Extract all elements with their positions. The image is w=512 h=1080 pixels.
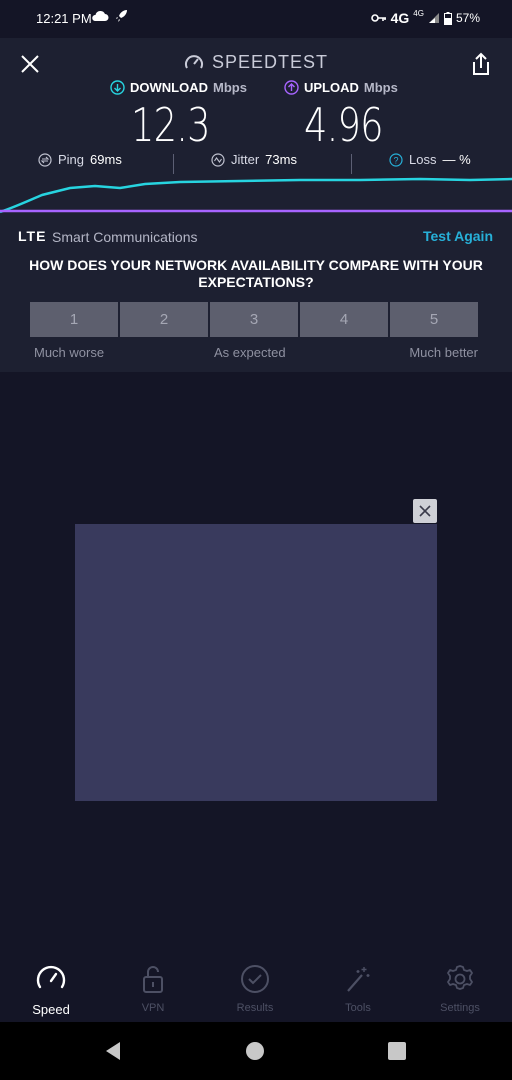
speedometer-icon: [36, 965, 66, 989]
tab-label: Results: [236, 1002, 274, 1014]
tab-label: Tools: [345, 1002, 371, 1014]
magic-wand-icon: [347, 967, 370, 992]
close-icon: [419, 505, 431, 517]
share-button[interactable]: [466, 50, 496, 78]
loss-value: — %: [442, 152, 471, 167]
results-panel: SPEEDTEST DOWNLOAD Mbps 12.3 UPLOAD Mbps…: [0, 38, 512, 372]
tab-results[interactable]: Results: [210, 962, 300, 1020]
back-icon: [106, 1042, 120, 1060]
share-icon: [473, 52, 489, 75]
rating-option-1[interactable]: 1: [30, 302, 118, 337]
jitter-icon: [211, 152, 225, 167]
upload-value: 4.96: [304, 98, 384, 152]
brand: SPEEDTEST: [0, 52, 512, 73]
provider-name: Smart Communications: [52, 229, 198, 245]
rating-option-3[interactable]: 3: [210, 302, 298, 337]
speedtest-logo-icon: [184, 54, 203, 68]
tab-vpn[interactable]: VPN: [108, 962, 198, 1020]
cloud-icon: [92, 10, 109, 21]
recents-icon: [388, 1042, 406, 1060]
download-label: DOWNLOAD: [130, 80, 208, 95]
rating-high-label: Much better: [409, 345, 478, 360]
stats-row: Ping 69ms Jitter 73ms ? Loss — %: [0, 152, 512, 176]
recents-button[interactable]: [386, 1040, 410, 1062]
rating-scale: 1 2 3 4 5: [30, 302, 478, 337]
upload-label: UPLOAD: [304, 80, 359, 95]
test-again-button[interactable]: Test Again: [423, 228, 493, 244]
stats-divider: [351, 154, 352, 174]
ad-banner[interactable]: [75, 524, 437, 801]
jitter-value: 73ms: [265, 152, 297, 167]
ping-stat: Ping 69ms: [38, 152, 122, 167]
home-icon: [246, 1042, 264, 1060]
ping-label: Ping: [58, 152, 85, 167]
download-unit: Mbps: [213, 80, 247, 95]
tab-label: Speed: [32, 1002, 70, 1017]
tab-speed[interactable]: Speed: [6, 962, 96, 1020]
status-time: 12:21 PM: [36, 11, 92, 26]
rating-option-4[interactable]: 4: [300, 302, 388, 337]
speed-graph: [0, 177, 512, 214]
status-bar: 12:21 PM 4G 4G 57%: [0, 0, 512, 38]
download-value: 12.3: [131, 98, 211, 152]
bottom-tab-bar: Speed VPN Results Tools Settings: [0, 948, 512, 1022]
rocket-icon: [116, 10, 127, 22]
loss-label: Loss: [409, 152, 437, 167]
rating-option-2[interactable]: 2: [120, 302, 208, 337]
back-button[interactable]: [102, 1040, 126, 1062]
brand-name: SPEEDTEST: [211, 52, 329, 72]
rating-option-5[interactable]: 5: [390, 302, 478, 337]
network-type: 4G: [390, 10, 410, 26]
tab-label: VPN: [141, 1002, 165, 1014]
download-header: DOWNLOAD Mbps: [110, 80, 247, 95]
key-icon: [370, 14, 386, 22]
checkmark-circle-icon: [241, 965, 269, 993]
provider-row: LTE Smart Communications Test Again: [0, 226, 512, 248]
loss-stat: ? Loss — %: [389, 152, 471, 167]
tab-tools[interactable]: Tools: [313, 962, 403, 1020]
question-circle-icon: ?: [389, 152, 403, 167]
lock-icon: [143, 966, 163, 993]
network-technology: LTE: [18, 228, 47, 244]
system-navigation-bar: [0, 1022, 512, 1080]
gear-icon: [447, 965, 473, 990]
jitter-stat: Jitter 73ms: [211, 152, 297, 167]
survey-question: HOW DOES YOUR NETWORK AVAILABILITY COMPA…: [29, 257, 483, 290]
network-type-small: 4G: [413, 8, 424, 18]
ping-icon: [38, 152, 52, 167]
battery-level: 57%: [455, 11, 480, 25]
upload-header: UPLOAD Mbps: [284, 80, 398, 95]
tab-settings[interactable]: Settings: [415, 962, 505, 1020]
download-arrow-icon: [110, 80, 125, 95]
upload-arrow-icon: [284, 80, 299, 95]
battery-icon: [443, 11, 452, 25]
upload-unit: Mbps: [363, 80, 398, 95]
rating-mid-label: As expected: [214, 345, 286, 360]
rating-low-label: Much worse: [34, 345, 105, 360]
signal-icon: [428, 13, 439, 23]
ad-close-button[interactable]: [413, 499, 437, 523]
ping-value: 69ms: [90, 152, 122, 167]
home-button[interactable]: [244, 1040, 268, 1062]
stats-divider: [173, 154, 174, 174]
download-graph-line: [0, 177, 512, 214]
svg-text:?: ?: [393, 155, 398, 165]
tab-label: Settings: [440, 1002, 480, 1014]
jitter-label: Jitter: [231, 152, 260, 167]
